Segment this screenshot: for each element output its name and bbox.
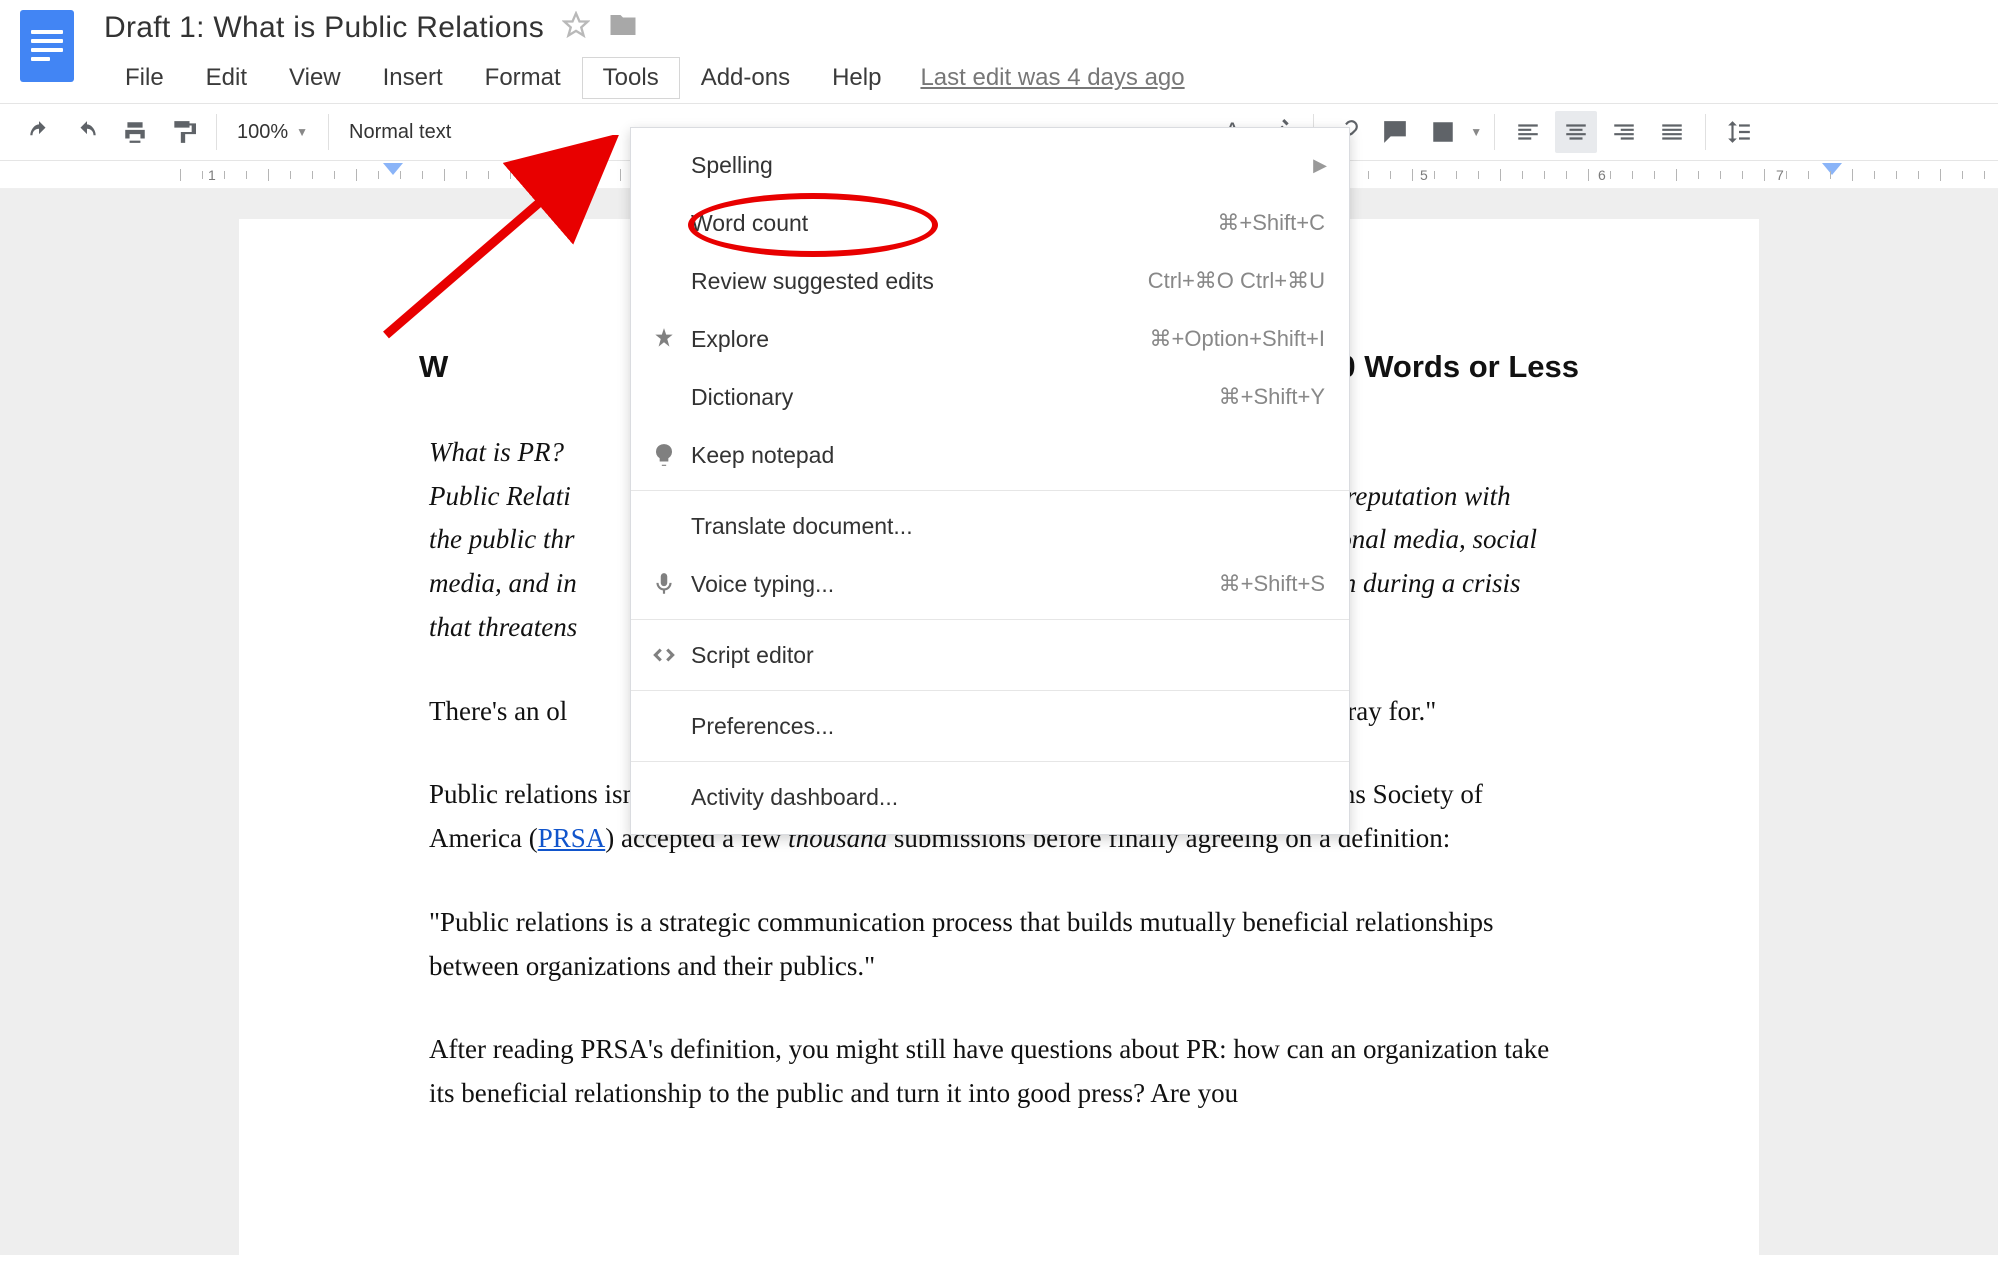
ruler-number: 1 [208, 167, 216, 183]
dd-dictionary[interactable]: Dictionary⌘+Shift+Y [631, 368, 1349, 426]
document-title[interactable]: Draft 1: What is Public Relations [104, 11, 544, 45]
indent-marker-right[interactable] [1822, 163, 1842, 175]
zoom-select[interactable]: 100%▼ [229, 121, 316, 144]
mic-icon [649, 569, 679, 599]
dd-script-editor[interactable]: Script editor [631, 626, 1349, 684]
paragraph-4: "Public relations is a strategic communi… [429, 901, 1569, 988]
separator [631, 490, 1349, 491]
menu-tools[interactable]: Tools [582, 57, 680, 99]
dd-voice-typing[interactable]: Voice typing...⌘+Shift+S [631, 555, 1349, 613]
undo-button[interactable] [18, 111, 60, 153]
prsa-link[interactable]: PRSA [538, 823, 606, 853]
menu-format[interactable]: Format [464, 57, 582, 99]
ruler-number: 6 [1598, 167, 1606, 183]
ruler-number: 7 [1776, 167, 1784, 183]
code-icon [649, 640, 679, 670]
star-icon[interactable] [562, 11, 590, 44]
explore-icon [649, 324, 679, 354]
folder-icon[interactable] [608, 10, 638, 45]
menu-edit[interactable]: Edit [185, 57, 268, 99]
menu-view[interactable]: View [268, 57, 362, 99]
dd-review-suggested-edits[interactable]: Review suggested editsCtrl+⌘O Ctrl+⌘U [631, 252, 1349, 310]
bulb-icon [649, 440, 679, 470]
dd-activity-dashboard[interactable]: Activity dashboard... [631, 768, 1349, 826]
dd-keep-notepad[interactable]: Keep notepad [631, 426, 1349, 484]
menu-file[interactable]: File [104, 57, 185, 99]
dd-word-count[interactable]: Word count⌘+Shift+C [631, 194, 1349, 252]
separator [631, 690, 1349, 691]
menu-addons[interactable]: Add-ons [680, 57, 811, 99]
styles-select[interactable]: Normal text [341, 121, 459, 144]
align-right-button[interactable] [1603, 111, 1645, 153]
chevron-right-icon: ▶ [1313, 155, 1327, 176]
align-center-button[interactable] [1555, 111, 1597, 153]
dd-preferences[interactable]: Preferences... [631, 697, 1349, 755]
tools-dropdown: Spelling▶ Word count⌘+Shift+C Review sug… [630, 127, 1350, 835]
line-spacing-button[interactable] [1718, 111, 1760, 153]
insert-comment-button[interactable] [1374, 111, 1416, 153]
align-left-button[interactable] [1507, 111, 1549, 153]
redo-button[interactable] [66, 111, 108, 153]
paint-format-button[interactable] [162, 111, 204, 153]
header: Draft 1: What is Public Relations File E… [0, 0, 1998, 99]
menubar: File Edit View Insert Format Tools Add-o… [104, 57, 1185, 99]
dd-translate[interactable]: Translate document... [631, 497, 1349, 555]
docs-logo-icon[interactable] [20, 10, 74, 82]
separator [631, 619, 1349, 620]
menu-help[interactable]: Help [811, 57, 902, 99]
print-button[interactable] [114, 111, 156, 153]
paragraph-5: After reading PRSA's definition, you mig… [429, 1028, 1569, 1115]
insert-image-button[interactable] [1422, 111, 1464, 153]
dd-spelling[interactable]: Spelling▶ [631, 136, 1349, 194]
last-edit-link[interactable]: Last edit was 4 days ago [920, 64, 1184, 92]
menu-insert[interactable]: Insert [362, 57, 464, 99]
separator [631, 761, 1349, 762]
align-justify-button[interactable] [1651, 111, 1693, 153]
ruler-number: 5 [1420, 167, 1428, 183]
dd-explore[interactable]: Explore⌘+Option+Shift+I [631, 310, 1349, 368]
